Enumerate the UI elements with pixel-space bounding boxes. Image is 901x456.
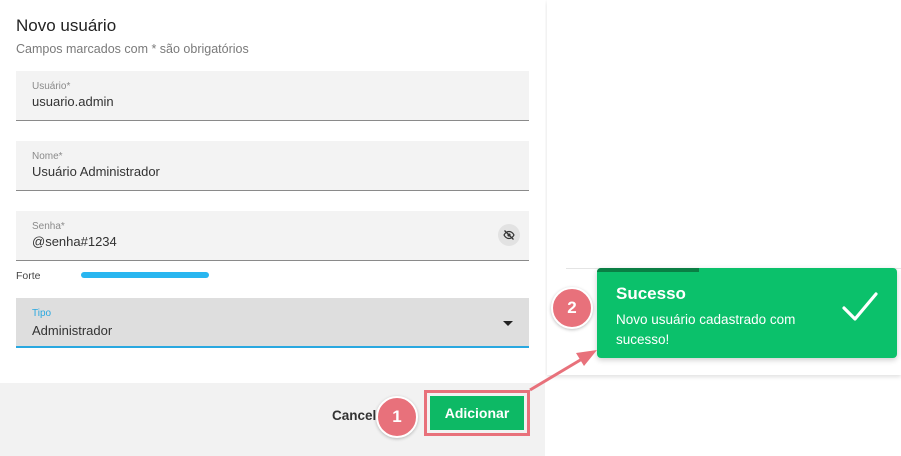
annotation-arrow — [529, 350, 597, 392]
step-badge-2: 2 — [551, 287, 593, 329]
step-badge-1: 1 — [376, 396, 418, 438]
